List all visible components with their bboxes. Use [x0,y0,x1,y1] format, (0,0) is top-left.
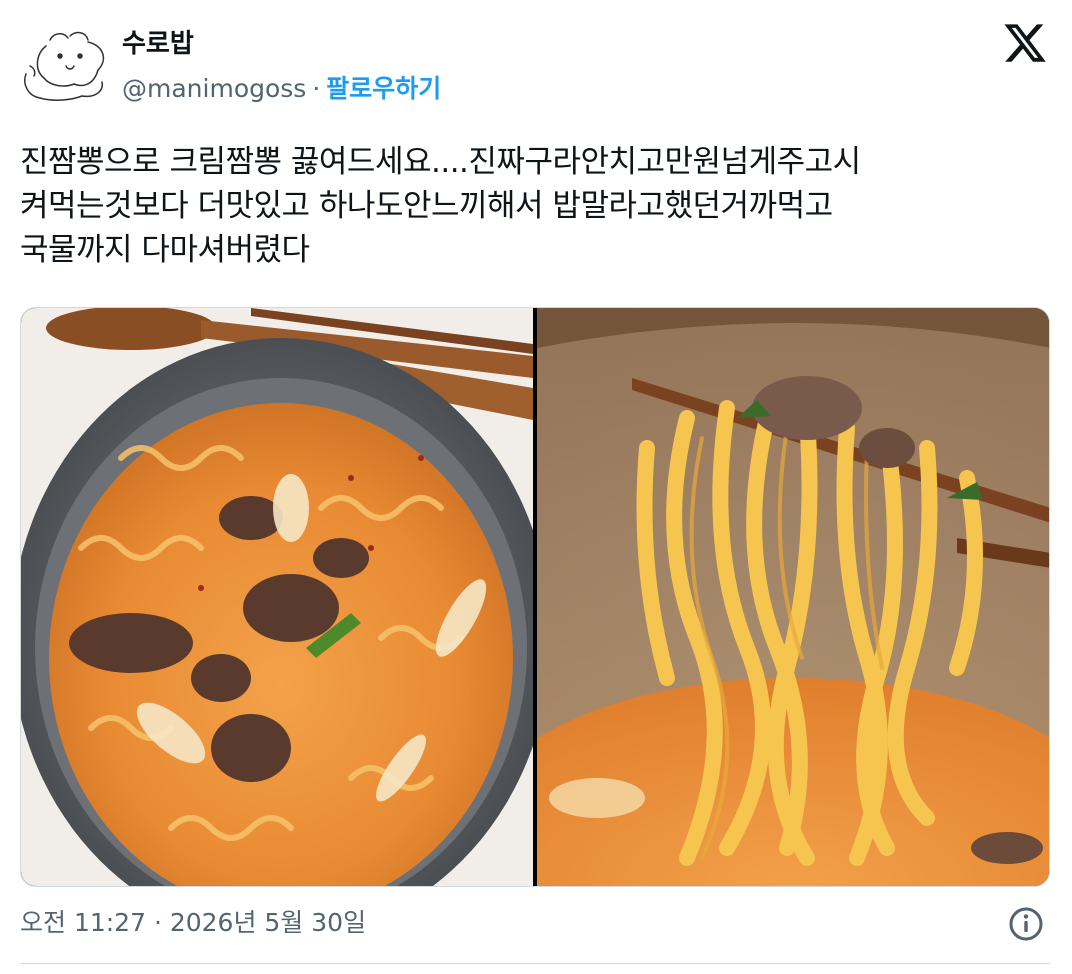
noodles-on-chopsticks-photo[interactable] [537,308,1049,886]
media-grid [20,307,1050,887]
tweet-text: 진짬뽕으로 크림짬뽕 끓여드세요....진짜구라안치고만원넘게주고시 켜먹는것보… [20,140,1050,272]
tweet-card: 수로밥 @manimogoss · 팔로우하기 진짬뽕으로 크림짬뽕 끓여드세요..… [0,0,1072,974]
follow-button[interactable]: 팔로우하기 [326,74,441,103]
timestamp[interactable]: 오전 11:27 · 2026년 5월 30일 [20,905,366,941]
cream-jjamppong-pot-photo[interactable] [21,308,533,886]
x-logo-icon[interactable] [1002,20,1048,66]
tweet-text-line: 국물까지 다마셔버렸다 [20,232,310,268]
sketch-animal-avatar-icon [24,31,105,101]
divider [20,963,1050,964]
handle-row: @manimogoss · 팔로우하기 [122,72,441,106]
user-handle[interactable]: @manimogoss [122,74,306,103]
tweet-text-line: 진짬뽕으로 크림짬뽕 끓여드세요....진짜구라안치고만원넘게주고시 [20,144,861,180]
info-icon[interactable] [1008,906,1044,942]
tweet-text-line: 켜먹는것보다 더맛있고 하나도안느끼해서 밥말라고했던거까먹고 [20,188,833,224]
avatar[interactable] [20,26,112,104]
display-name[interactable]: 수로밥 [122,27,194,61]
separator-dot: · [312,74,321,103]
